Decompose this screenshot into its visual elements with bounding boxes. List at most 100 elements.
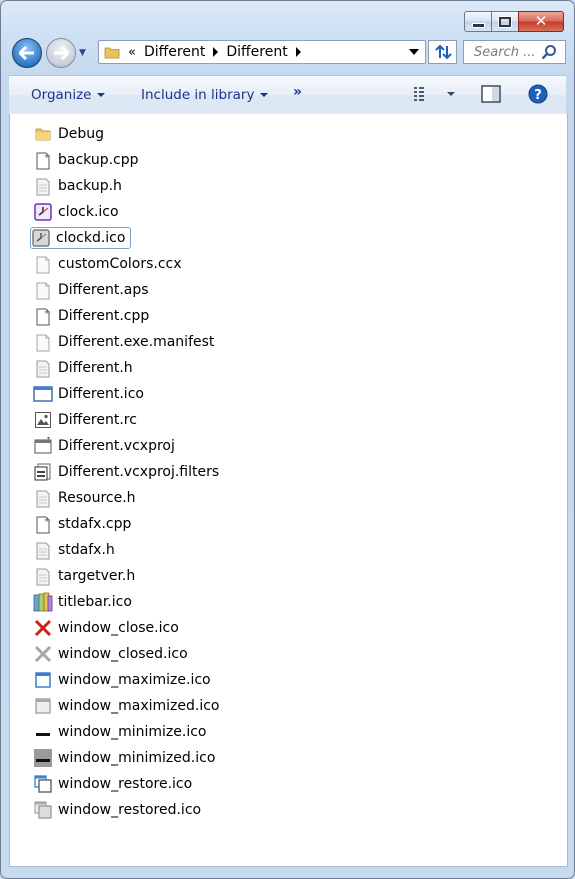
list-item[interactable]: Different.vcxproj.filters [33,461,221,483]
svg-text:✦: ✦ [46,437,51,442]
clock-disabled-icon [31,228,51,248]
list-item[interactable]: backup.h [33,175,124,197]
back-button[interactable] [12,38,42,68]
address-history-dropdown[interactable] [409,49,419,55]
file-name: Different.vcxproj.filters [58,464,220,480]
chevron-down-icon [97,93,106,97]
organize-menu[interactable]: Organize [31,87,106,103]
breadcrumb-overflow[interactable]: « [128,45,136,60]
chevron-down-icon [260,93,269,97]
blank-file-icon [33,280,53,300]
back-arrow-icon [19,46,34,60]
help-icon: ? [528,84,548,104]
list-item[interactable]: window_minimized.ico [33,747,217,769]
search-icon[interactable] [541,44,557,60]
file-name: window_restore.ico [58,776,193,792]
list-item[interactable]: window_restored.ico [33,799,203,821]
list-item[interactable]: Debug [33,123,106,145]
minimized-icon [33,748,53,768]
svg-text:?: ? [534,88,542,103]
blank-file-icon [33,332,53,352]
organize-label: Organize [31,87,92,103]
list-item[interactable]: window_closed.ico [33,643,190,665]
refresh-button[interactable] [428,40,457,64]
list-item[interactable]: clock.ico [33,201,121,223]
maximize-icon [33,670,53,690]
header-file-icon [33,358,53,378]
list-item[interactable]: Resource.h [33,487,138,509]
file-name: Different.rc [58,412,137,428]
change-view-button[interactable] [413,85,455,103]
file-name: window_maximized.ico [58,698,220,714]
cpp-file-icon: ++ [33,514,53,534]
maximize-icon [498,15,512,28]
file-name: clock.ico [58,204,119,220]
breadcrumb-separator-icon[interactable] [213,47,219,57]
list-item[interactable]: window_minimize.ico [33,721,209,743]
file-list: Debug ++ backup.cpp backup.h clock.ico clockd… [9,114,568,867]
close-x-icon [33,618,53,638]
breadcrumb-item[interactable]: Different [226,44,287,60]
list-item[interactable]: Different.ico [33,383,146,405]
forward-button[interactable] [46,38,76,68]
list-item[interactable]: clockd.ico [30,227,132,249]
maximized-icon [33,696,53,716]
preview-pane-button[interactable] [481,85,501,107]
recent-pages-dropdown[interactable]: ▼ [79,48,89,58]
breadcrumb-separator-icon[interactable] [295,47,301,57]
file-name: titlebar.ico [58,594,132,610]
list-item[interactable]: stdafx.h [33,539,117,561]
search-input[interactable] [472,43,546,61]
list-item[interactable]: titlebar.ico [33,591,134,613]
header-file-icon [33,540,53,560]
clock-icon [33,202,53,222]
file-name: stdafx.cpp [58,516,132,532]
chevron-down-icon[interactable] [447,92,455,96]
list-item[interactable]: ✦ Different.vcxproj [33,435,177,457]
list-item[interactable]: ++ Different.cpp [33,305,151,327]
address-bar[interactable]: « Different Different [98,40,426,64]
list-item[interactable]: Different.h [33,357,135,379]
list-item[interactable]: Different.exe.manifest [33,331,216,353]
restored-icon [33,800,53,820]
svg-text:++: ++ [44,516,51,524]
file-name: window_maximize.ico [58,672,211,688]
details-view-icon [414,87,424,101]
close-x-disabled-icon [33,644,53,664]
explorer-window: ✕ ▼ « Different Different Search ... Org… [0,0,575,879]
file-name: Debug [58,126,105,142]
file-name: window_close.ico [58,620,179,636]
list-item[interactable]: ++ stdafx.cpp [33,513,133,535]
file-name: Different.h [58,360,133,376]
include-in-library-label: Include in library [141,87,255,103]
close-button[interactable]: ✕ [518,11,564,32]
more-commands-button[interactable]: » [293,84,302,100]
file-name: window_restored.ico [58,802,202,818]
caption-buttons: ✕ [464,11,564,32]
list-item[interactable]: ++ backup.cpp [33,149,141,171]
list-item[interactable]: window_maximize.ico [33,669,213,691]
breadcrumb-item[interactable]: Different [144,44,205,60]
file-name: Resource.h [58,490,136,506]
filters-file-icon [33,462,53,482]
list-item[interactable]: window_restore.ico [33,773,194,795]
minimize-button[interactable] [464,11,491,32]
maximize-button[interactable] [491,11,518,32]
list-item[interactable]: targetver.h [33,565,137,587]
file-name: customColors.ccx [58,256,182,272]
file-name: Different.cpp [58,308,150,324]
file-name: Different.ico [58,386,144,402]
list-item[interactable]: Different.aps [33,279,151,301]
forward-arrow-icon [54,46,69,60]
include-in-library-menu[interactable]: Include in library [141,87,269,103]
file-name: window_minimized.ico [58,750,216,766]
list-item[interactable]: window_close.ico [33,617,181,639]
svg-text:++: ++ [44,152,51,160]
list-item[interactable]: customColors.ccx [33,253,184,275]
file-name: clockd.ico [56,230,126,246]
list-item[interactable]: Different.rc [33,409,139,431]
search-box[interactable] [463,40,566,64]
help-button[interactable]: ? [528,84,548,108]
file-name: backup.h [58,178,122,194]
list-item[interactable]: window_maximized.ico [33,695,222,717]
